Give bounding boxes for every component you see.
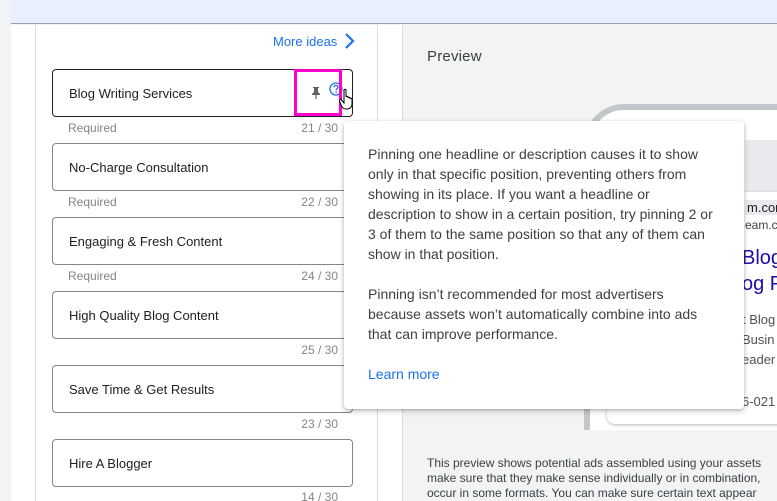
ad-description-line-2: Busin [742,332,775,347]
chevron-right-icon [345,33,355,49]
preview-note-line: make sure that they make sense individua… [427,471,761,485]
character-count: 23 / 30 [301,417,338,431]
headline-input-5[interactable]: Save Time & Get Results [52,365,353,413]
pin-highlight-box [294,69,342,116]
headline-meta-6: 14 / 30 [68,490,338,501]
phone-search-bar [745,140,777,192]
headline-helper: Required [68,121,117,135]
headline-value: Engaging & Fresh Content [69,233,223,249]
ad-headline-line-2: og P [742,273,777,295]
preview-disclaimer: This preview shows potential ads assembl… [427,456,777,501]
character-count: 22 / 30 [301,195,338,209]
ad-phone-number: 6-021 [742,394,776,409]
ad-description-line-1: t Blog [742,312,776,327]
headline-value: High Quality Blog Content [69,307,219,323]
character-count: 21 / 30 [301,121,338,135]
tooltip-paragraph-1: Pinning one headline or description caus… [368,146,713,262]
ad-display-url: m.cor [745,200,777,215]
headline-meta-5: 23 / 30 [68,417,338,431]
preview-note-line: occur in some formats. You can make sure… [427,486,757,500]
editor-divider-left [35,25,36,501]
top-bar [11,0,777,24]
headline-value: Save Time & Get Results [69,381,215,397]
hand-cursor-icon [339,88,353,110]
headline-input-3[interactable]: Engaging & Fresh Content [52,217,353,265]
character-count: 25 / 30 [301,343,338,357]
headline-helper: Required [68,269,117,283]
more-ideas-link[interactable]: More ideas [273,33,357,49]
more-ideas-label: More ideas [273,33,338,49]
preview-note-line: This preview shows potential ads assembl… [427,456,762,470]
character-count: 14 / 30 [301,490,338,501]
learn-more-link[interactable]: Learn more [368,366,440,382]
preview-title: Preview [427,48,482,65]
headline-input-2[interactable]: No-Charge Consultation [52,143,353,191]
headline-meta-2: Required 22 / 30 [68,195,338,209]
ad-description-line-3: eader [742,352,776,367]
headline-meta-4: 25 / 30 [68,343,338,357]
headline-value: Blog Writing Services [69,85,193,101]
left-gutter [0,0,11,501]
headline-meta-3: Required 24 / 30 [68,269,338,283]
ad-headline-line-1: Blog [742,247,777,269]
tooltip-paragraph-2: Pinning isn’t recommended for most adver… [368,286,698,342]
headline-value: Hire A Blogger [69,455,153,471]
pinning-help-tooltip: Pinning one headline or description caus… [344,121,744,409]
headline-input-6[interactable]: Hire A Blogger [52,439,353,487]
headline-value: No-Charge Consultation [69,159,209,175]
headline-meta-1: Required 21 / 30 [68,121,338,135]
ad-display-url-secondary: eam.c [745,218,777,232]
headline-input-4[interactable]: High Quality Blog Content [52,291,353,339]
headline-helper: Required [68,195,117,209]
character-count: 24 / 30 [301,269,338,283]
